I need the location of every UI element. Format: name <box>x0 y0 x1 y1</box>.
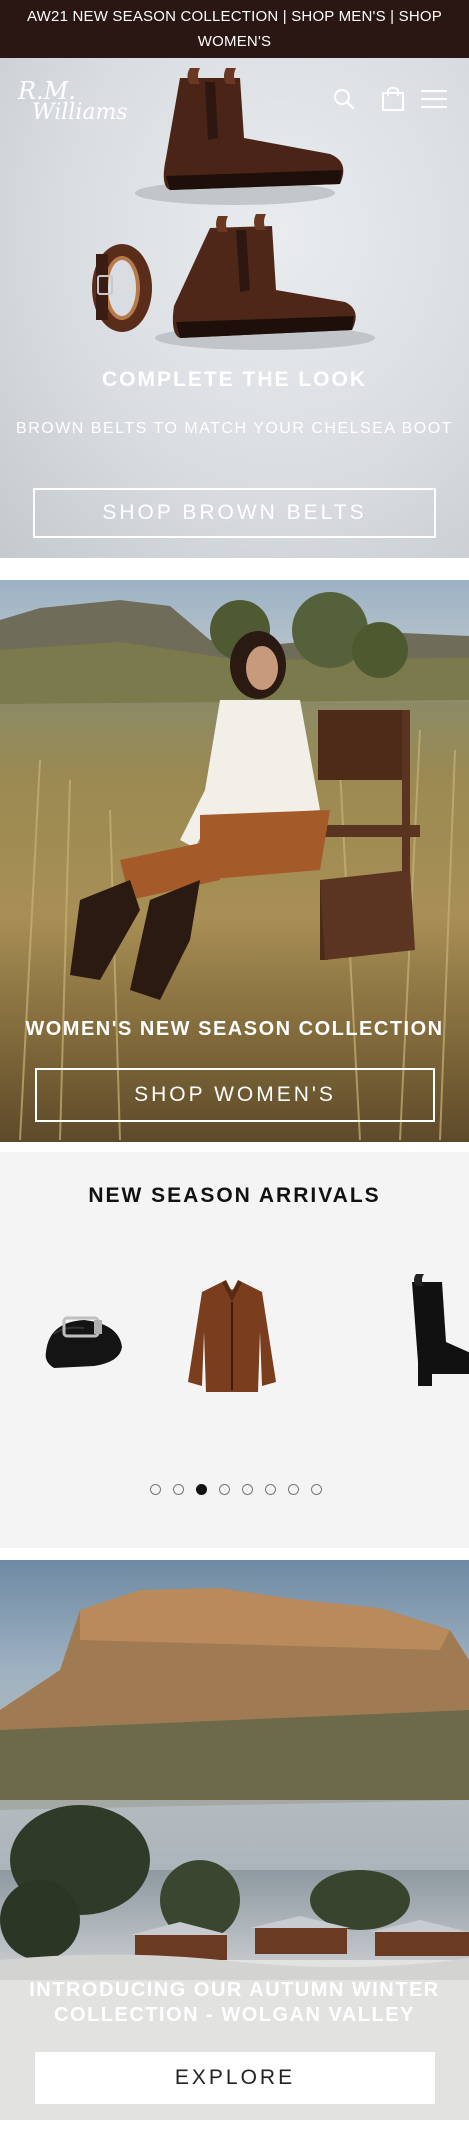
hero2-title: WOMEN'S NEW SEASON COLLECTION <box>25 1018 444 1040</box>
product-belt[interactable] <box>24 1262 144 1402</box>
carousel-dots <box>150 1484 330 1498</box>
product-heeled-boot[interactable] <box>392 1262 469 1402</box>
carousel-dot[interactable] <box>311 1484 322 1495</box>
rm-williams-logo[interactable]: R.M. Williams <box>18 77 128 125</box>
arrivals-title: NEW SEASON ARRIVALS <box>88 1184 381 1207</box>
explore-button[interactable]: EXPLORE <box>35 2052 435 2104</box>
carousel-dot[interactable] <box>173 1484 184 1495</box>
page: AW21 NEW SEASON COLLECTION | SHOP MEN'S … <box>0 0 469 2156</box>
carousel-dot[interactable] <box>288 1484 299 1495</box>
logo-name: Williams <box>32 100 128 125</box>
shop-womens-button[interactable]: SHOP WOMEN'S <box>35 1068 435 1122</box>
hero3-title: INTRODUCING OUR AUTUMN WINTER COLLECTION… <box>29 1979 440 2026</box>
boots-and-belt-image <box>92 68 375 350</box>
product-leather-jacket[interactable] <box>172 1262 292 1402</box>
menu-icon[interactable] <box>418 86 450 112</box>
shop-brown-belts-button[interactable]: SHOP BROWN BELTS <box>33 488 436 538</box>
carousel-dot[interactable] <box>219 1484 230 1495</box>
search-icon[interactable] <box>330 86 360 112</box>
hero-title: COMPLETE THE LOOK <box>102 368 367 391</box>
hero-womens-collection: WOMEN'S NEW SEASON COLLECTION SHOP WOMEN… <box>0 580 469 1142</box>
carousel-dot[interactable] <box>242 1484 253 1495</box>
announcement-bar[interactable]: AW21 NEW SEASON COLLECTION | SHOP MEN'S … <box>0 0 469 58</box>
hero-subtitle: BROWN BELTS TO MATCH YOUR CHELSEA BOOT <box>16 420 453 437</box>
womens-collection-image <box>0 592 469 1141</box>
new-season-arrivals: NEW SEASON ARRIVALS <box>0 1152 469 1548</box>
wolgan-valley-image <box>0 1588 469 2120</box>
bag-icon[interactable] <box>378 86 408 112</box>
hero-complete-the-look: R.M. Williams COMPLETE THE LOOK BROWN BE… <box>0 58 469 558</box>
logo-initials: R.M. <box>18 77 76 105</box>
carousel-dot[interactable] <box>150 1484 161 1495</box>
carousel-dot[interactable] <box>265 1484 276 1495</box>
hero-wolgan-valley: INTRODUCING OUR AUTUMN WINTER COLLECTION… <box>0 1560 469 2120</box>
carousel-dot-active[interactable] <box>196 1484 207 1495</box>
announcement-text[interactable]: AW21 NEW SEASON COLLECTION | SHOP MEN'S … <box>27 8 442 50</box>
